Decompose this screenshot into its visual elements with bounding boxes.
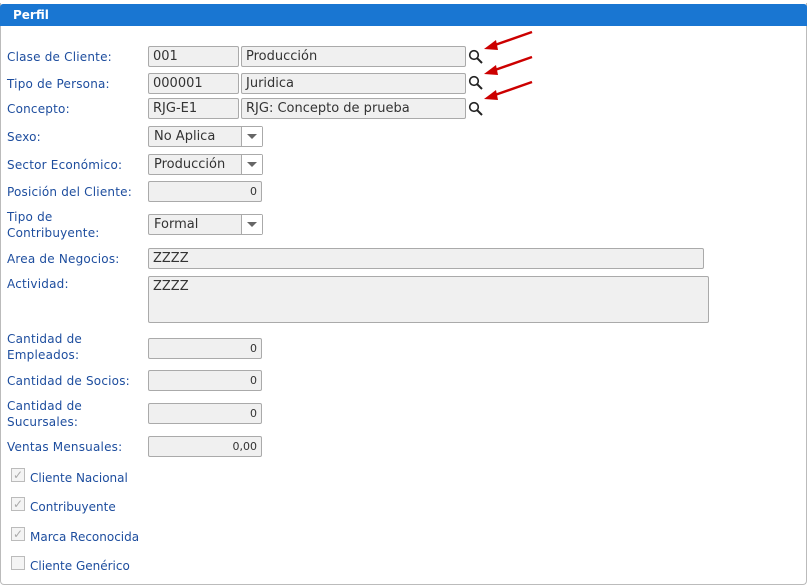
area-label: Area de Negocios: <box>7 252 120 266</box>
ventas-label: Ventas Mensuales: <box>7 440 123 454</box>
tipo-persona-code-input[interactable]: 000001 <box>148 73 239 94</box>
empleados-input[interactable]: 0 <box>148 338 262 359</box>
tipo-persona-label: Tipo de Persona: <box>7 77 110 91</box>
tipo-contribuyente-label-1: Tipo de <box>7 210 53 224</box>
tipo-contribuyente-label-2: Contribuyente: <box>7 226 100 240</box>
marca-reconocida-label: Marca Reconocida <box>30 530 140 544</box>
tipo-contribuyente-value: Formal <box>154 217 199 232</box>
sexo-label: Sexo: <box>7 130 41 144</box>
concepto-desc-input[interactable]: RJG: Concepto de prueba <box>241 98 466 119</box>
socios-input[interactable]: 0 <box>148 370 262 391</box>
clase-code-input[interactable]: 001 <box>148 46 239 67</box>
sector-value: Producción <box>154 157 226 172</box>
tipo-contribuyente-select[interactable]: Formal <box>148 214 263 235</box>
ventas-input[interactable]: 0,00 <box>148 436 262 457</box>
red-arrow-icon <box>484 55 533 75</box>
actividad-label: Actividad: <box>7 277 69 291</box>
sucursales-label-2: Sucursales: <box>7 415 79 429</box>
sexo-value: No Aplica <box>154 129 216 144</box>
panel-title: Perfil <box>13 8 49 22</box>
concepto-code-input[interactable]: RJG-E1 <box>148 98 239 119</box>
panel-header: Perfil <box>0 4 807 26</box>
sector-label: Sector Económico: <box>7 158 123 172</box>
sucursales-input[interactable]: 0 <box>148 403 262 424</box>
sexo-select[interactable]: No Aplica <box>148 126 263 147</box>
cliente-generico-label: Cliente Genérico <box>30 559 130 573</box>
cliente-generico-checkbox[interactable] <box>11 556 25 570</box>
cliente-nacional-checkbox[interactable]: ✓ <box>11 468 25 482</box>
contribuyente-checkbox[interactable]: ✓ <box>11 497 25 511</box>
contribuyente-label: Contribuyente <box>30 500 116 514</box>
empleados-label-1: Cantidad de <box>7 332 82 346</box>
socios-label: Cantidad de Socios: <box>7 374 130 388</box>
clase-label: Clase de Cliente: <box>7 50 112 64</box>
red-arrow-icon <box>484 80 533 100</box>
chevron-down-icon[interactable] <box>241 215 262 234</box>
posicion-input[interactable]: 0 <box>148 181 262 202</box>
marca-reconocida-checkbox[interactable]: ✓ <box>11 527 25 541</box>
sector-select[interactable]: Producción <box>148 154 263 175</box>
empleados-label-2: Empleados: <box>7 348 80 362</box>
actividad-textarea[interactable]: ZZZZ <box>148 276 709 323</box>
clase-desc-input[interactable]: Producción <box>241 46 466 67</box>
search-icon[interactable] <box>468 101 484 117</box>
posicion-label: Posición del Cliente: <box>7 185 132 199</box>
chevron-down-icon[interactable] <box>241 155 262 174</box>
area-input[interactable]: ZZZZ <box>148 248 704 269</box>
tipo-persona-desc-input[interactable]: Juridica <box>241 73 466 94</box>
concepto-label: Concepto: <box>7 102 70 116</box>
sucursales-label-1: Cantidad de <box>7 399 82 413</box>
cliente-nacional-label: Cliente Nacional <box>30 471 128 485</box>
chevron-down-icon[interactable] <box>241 127 262 146</box>
red-arrow-icon <box>484 30 533 50</box>
